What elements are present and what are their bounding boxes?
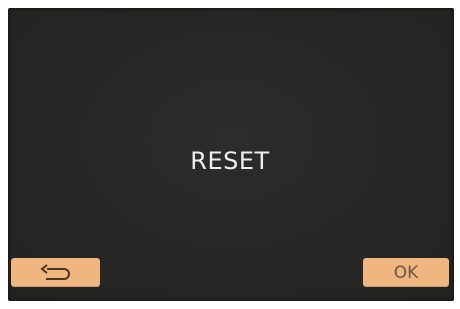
- ok-button-label: OK: [393, 262, 419, 283]
- back-button[interactable]: [11, 258, 100, 287]
- reset-message: RESET: [190, 147, 270, 175]
- return-arrow-icon: [39, 263, 70, 280]
- ok-button[interactable]: OK: [363, 258, 449, 287]
- device-frame: RESET OK: [0, 0, 460, 309]
